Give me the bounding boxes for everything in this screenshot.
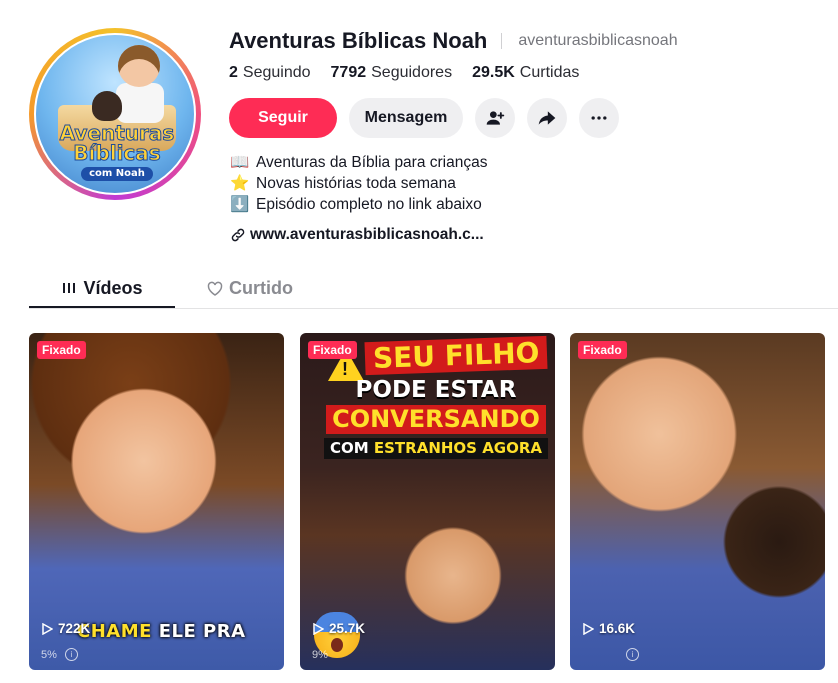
display-name: Aventuras Bíblicas Noah <box>229 28 488 53</box>
play-icon <box>42 622 53 635</box>
avatar-logo-line1: Aventuras <box>59 121 175 145</box>
stat-followers-label: Seguidores <box>371 64 453 81</box>
star-icon: ⭐ <box>230 175 250 192</box>
headline-line1: SEU FILHO <box>364 335 548 376</box>
video-card[interactable]: Fixado 16.6K i <box>570 333 825 670</box>
grid-bars-icon <box>63 283 76 293</box>
profile-link[interactable]: www.aventurasbiblicasnoah.c... <box>230 226 484 244</box>
bio-line-text: Novas histórias toda semana <box>256 175 456 192</box>
play-icon <box>583 622 594 635</box>
tab-liked-label: Curtido <box>229 278 293 298</box>
headline-line2: PODE ESTAR <box>355 377 517 404</box>
stat-likes-value: 29.5K <box>472 64 515 81</box>
view-count-value: 722K <box>58 621 91 636</box>
headline-line4: COM ESTRANHOS AGORA <box>323 437 549 460</box>
link-icon <box>231 228 245 242</box>
avatar: Aventuras Bíblicas com Noah <box>34 33 196 195</box>
book-icon: 📖 <box>230 154 250 171</box>
profile-actions: Seguir Mensagem <box>229 98 631 138</box>
view-count: 25.7K <box>312 621 365 636</box>
tab-liked[interactable]: Curtido <box>207 270 293 307</box>
play-icon <box>313 622 324 635</box>
avatar-kid-head-art <box>118 45 160 87</box>
video-caption-rest: ELE PRA <box>158 621 246 642</box>
engagement-percent: 9% <box>312 649 328 661</box>
engagement-percent-value: 9% <box>312 649 328 661</box>
view-count-value: 16.6K <box>599 621 636 636</box>
bio-line: ⬇️ Episódio completo no link abaixo <box>230 194 488 215</box>
bio-line: ⭐ Novas histórias toda semana <box>230 173 488 194</box>
stat-following-value: 2 <box>229 64 238 81</box>
avatar-logo-line2: Bíblicas <box>73 141 161 165</box>
down-arrow-icon: ⬇️ <box>230 196 250 213</box>
bio-line-text: Episódio completo no link abaixo <box>256 196 482 213</box>
tab-videos[interactable]: Vídeos <box>29 270 175 308</box>
profile-tabs: Vídeos Curtido <box>29 270 838 309</box>
video-card[interactable]: ! SEU FILHO PODE ESTAR CONVERSANDO COM E… <box>300 333 555 670</box>
profile-name-row: Aventuras Bíblicas Noah aventurasbiblica… <box>229 28 678 54</box>
profile-stats: 2 Seguindo 7792 Seguidores 29.5K Curtidas <box>229 64 599 82</box>
stat-followers[interactable]: 7792 Seguidores <box>331 64 453 82</box>
avatar-kid-body-art <box>116 83 164 123</box>
headline-line4-a: COM <box>329 438 369 457</box>
headline-line4-b: ESTRANHOS AGORA <box>373 438 543 457</box>
info-icon[interactable]: i <box>626 648 639 661</box>
stat-following[interactable]: 2 Seguindo <box>229 64 311 82</box>
engagement-percent-value: 5% <box>41 648 57 661</box>
message-button[interactable]: Mensagem <box>349 98 463 138</box>
share-arrow-icon <box>538 111 556 125</box>
avatar-logo-line3: com Noah <box>81 167 153 181</box>
engagement-percent: 5% i <box>41 648 78 661</box>
engagement-info: i <box>618 648 639 661</box>
pinned-badge: Fixado <box>37 341 86 359</box>
add-friend-button[interactable] <box>475 98 515 138</box>
avatar-logo: Aventuras Bíblicas com Noah <box>54 123 180 181</box>
profile-bio: 📖 Aventuras da Bíblia para crianças ⭐ No… <box>230 152 488 215</box>
heart-lock-icon <box>207 281 223 296</box>
view-count-value: 25.7K <box>329 621 366 636</box>
video-card[interactable]: Fixado CHAME ELE PRA 722K 5% i <box>29 333 284 670</box>
follow-button[interactable]: Seguir <box>229 98 337 138</box>
pinned-badge: Fixado <box>308 341 357 359</box>
profile-link-text: www.aventurasbiblicasnoah.c... <box>250 226 484 243</box>
view-count: 722K <box>41 621 90 636</box>
name-separator <box>501 33 503 49</box>
stat-following-label: Seguindo <box>242 64 311 81</box>
profile-avatar-ring[interactable]: Aventuras Bíblicas com Noah <box>29 28 201 200</box>
more-dots-icon <box>591 116 607 120</box>
video-caption-overlay: CHAME ELE PRA <box>77 621 246 642</box>
share-button[interactable] <box>527 98 567 138</box>
stat-likes: 29.5K Curtidas <box>472 64 579 82</box>
username-handle: aventurasbiblicasnoah <box>518 32 678 49</box>
stat-followers-value: 7792 <box>330 64 367 81</box>
person-add-icon <box>486 111 505 125</box>
stat-likes-label: Curtidas <box>519 64 580 81</box>
tab-videos-label: Vídeos <box>83 277 143 298</box>
bio-line-text: Aventuras da Bíblia para crianças <box>256 154 488 171</box>
more-options-button[interactable] <box>579 98 619 138</box>
bio-line: 📖 Aventuras da Bíblia para crianças <box>230 152 488 173</box>
info-icon[interactable]: i <box>64 648 78 661</box>
headline-line3: CONVERSANDO <box>326 404 546 434</box>
avatar-dog-art <box>92 91 122 121</box>
view-count: 16.6K <box>582 621 635 636</box>
pinned-badge: Fixado <box>578 341 627 359</box>
